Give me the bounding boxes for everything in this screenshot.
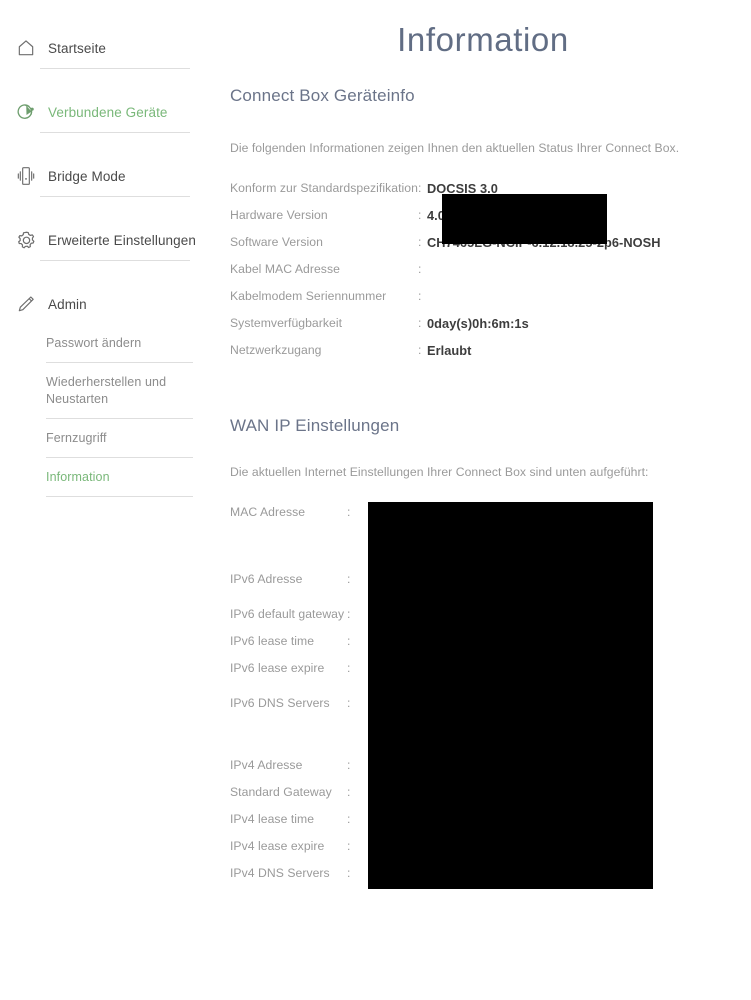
row-label: Kabelmodem Seriennummer <box>230 289 387 303</box>
row-label: Netzwerkzugang <box>230 343 322 357</box>
row-label: IPv6 default gateway <box>230 607 345 621</box>
row-label: MAC Adresse <box>230 505 306 519</box>
row-colon: : <box>347 572 351 586</box>
sidebar-item-label: Admin <box>48 296 87 312</box>
row-label: IPv6 lease time <box>230 634 315 648</box>
device-info-section: Connect Box Geräteinfo Die folgenden Inf… <box>215 86 751 370</box>
row-value: 0day(s)0h:6m:1s <box>427 316 529 331</box>
sidebar-item-verbundene-geraete[interactable]: Verbundene Geräte <box>0 92 215 132</box>
row-label: IPv6 lease expire <box>230 661 325 675</box>
row-colon: : <box>347 812 351 826</box>
sidebar: Startseite Verbundene Geräte Bridge Mode… <box>0 0 215 1000</box>
pencil-icon <box>14 292 38 316</box>
sidebar-item-bridge-mode-group: Bridge Mode <box>0 156 215 220</box>
table-row: Systemverfügbarkeit : 0day(s)0h:6m:1s <box>230 316 751 343</box>
row-label: IPv4 DNS Servers <box>230 866 330 880</box>
page-title: Information <box>397 21 569 58</box>
row-label: Software Version <box>230 235 323 249</box>
row-colon: : <box>418 316 422 330</box>
sidebar-item-label: Startseite <box>48 40 107 56</box>
row-label: Standard Gateway <box>230 785 332 799</box>
information-page: Startseite Verbundene Geräte Bridge Mode… <box>0 0 751 1000</box>
sidebar-sub-divider <box>46 496 193 497</box>
row-label: Hardware Version <box>230 208 328 222</box>
sidebar-item-label: Verbundene Geräte <box>48 104 168 120</box>
row-label: Konform zur Standardspezifikation <box>230 181 418 195</box>
sidebar-subitem-label: Passwort ändern <box>46 336 142 350</box>
row-label: IPv4 lease time <box>230 812 315 826</box>
row-colon: : <box>347 866 351 880</box>
row-colon: : <box>418 262 422 276</box>
row-label: Kabel MAC Adresse <box>230 262 340 276</box>
sidebar-item-startseite-group: Startseite <box>0 28 215 92</box>
wan-ip-title: WAN IP Einstellungen <box>230 416 400 435</box>
table-row: Kabelmodem Seriennummer : <box>230 289 751 316</box>
wan-ip-table: MAC Adresse : IPv6 Adresse : IPv6 defaul… <box>230 502 751 893</box>
wan-ip-section: WAN IP Einstellungen Die aktuellen Inter… <box>215 416 751 893</box>
sidebar-item-erweiterte-einstellungen-group: Erweiterte Einstellungen <box>0 220 215 284</box>
row-colon: : <box>347 634 351 648</box>
row-label: IPv6 Adresse <box>230 572 303 586</box>
row-label: IPv4 Adresse <box>230 758 303 772</box>
row-colon: : <box>347 661 351 675</box>
sidebar-subitem-information[interactable]: Information <box>0 458 215 496</box>
row-colon: : <box>347 696 351 710</box>
row-label: Systemverfügbarkeit <box>230 316 343 330</box>
sidebar-item-bridge-mode[interactable]: Bridge Mode <box>0 156 215 196</box>
row-value: Erlaubt <box>427 343 472 358</box>
sidebar-item-startseite[interactable]: Startseite <box>0 28 215 68</box>
row-colon: : <box>347 839 351 853</box>
row-label: IPv6 DNS Servers <box>230 696 330 710</box>
connected-devices-icon <box>14 100 38 124</box>
redacted-value-overlay-wan <box>368 502 653 889</box>
row-label: IPv4 lease expire <box>230 839 325 853</box>
sidebar-item-erweiterte-einstellungen[interactable]: Erweiterte Einstellungen <box>0 220 215 260</box>
device-info-description: Die folgenden Informationen zeigen Ihnen… <box>230 141 680 155</box>
sidebar-subitem-wiederherstellen-und-neustarten[interactable]: Wiederherstellen und Neustarten <box>0 363 215 418</box>
row-colon: : <box>347 505 351 519</box>
row-colon: : <box>347 607 351 621</box>
sidebar-subitem-passwort-aendern[interactable]: Passwort ändern <box>0 324 215 362</box>
row-colon: : <box>347 758 351 772</box>
sidebar-item-label: Bridge Mode <box>48 168 126 184</box>
row-colon: : <box>418 289 422 303</box>
wan-ip-description: Die aktuellen Internet Einstellungen Ihr… <box>230 465 649 479</box>
row-colon: : <box>418 235 422 249</box>
row-colon: : <box>418 343 422 357</box>
sidebar-item-verbundene-geraete-group: Verbundene Geräte <box>0 92 215 156</box>
row-colon: : <box>347 785 351 799</box>
sidebar-subitem-label: Wiederherstellen und Neustarten <box>46 375 167 406</box>
sidebar-subitem-fernzugriff[interactable]: Fernzugriff <box>0 419 215 457</box>
gear-icon <box>14 228 38 252</box>
sidebar-item-label: Erweiterte Einstellungen <box>48 232 196 248</box>
table-row: Kabel MAC Adresse : <box>230 262 751 289</box>
home-icon <box>14 36 38 60</box>
device-info-table: Konform zur Standardspezifikation : DOCS… <box>230 181 751 370</box>
sidebar-item-admin[interactable]: Admin <box>0 284 215 324</box>
row-colon: : <box>418 181 422 195</box>
modem-device-icon <box>14 164 38 188</box>
main-content: Information Connect Box Geräteinfo Die f… <box>215 0 751 1000</box>
device-info-title: Connect Box Geräteinfo <box>230 86 415 105</box>
redacted-value-overlay-device <box>442 194 607 244</box>
table-row: Netzwerkzugang : Erlaubt <box>230 343 751 370</box>
row-colon: : <box>418 208 422 222</box>
sidebar-subitem-label: Information <box>46 470 110 484</box>
sidebar-item-admin-group: Admin Passwort ändern Wiederherstellen u… <box>0 284 215 497</box>
sidebar-subitem-label: Fernzugriff <box>46 431 107 445</box>
